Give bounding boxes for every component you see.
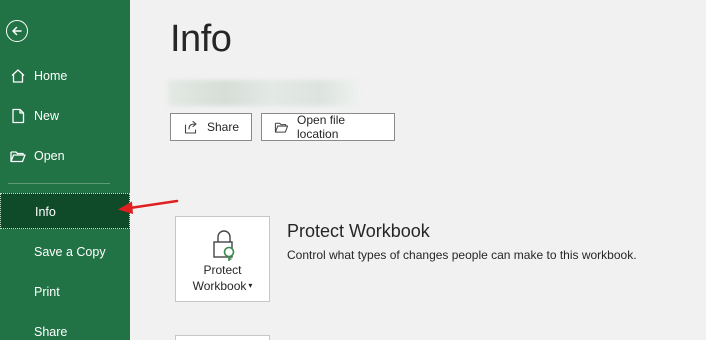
sidebar-item-info[interactable]: Info [0,193,130,229]
protect-tile-label-line2: Workbook ▾ [192,279,253,293]
protect-tile-label-line1: Protect [203,263,242,277]
sidebar-item-label: Share [34,325,68,339]
sidebar-item-new[interactable]: New [0,98,130,134]
new-file-icon [12,108,25,124]
sidebar-item-label: Print [34,285,60,299]
back-button[interactable] [6,20,28,42]
sidebar-item-label: Save a Copy [34,245,106,259]
protect-workbook-button[interactable]: Protect Workbook ▾ [175,216,270,302]
sidebar-item-share[interactable]: Share [0,314,130,340]
sidebar-item-print[interactable]: Print [0,274,130,310]
share-button-label: Share [207,120,240,134]
sidebar-item-home[interactable]: Home [0,58,130,94]
open-file-location-label: Open file location [297,113,346,141]
file-path-redacted [168,80,358,106]
sidebar-item-label: Open [34,149,65,163]
protect-workbook-title: Protect Workbook [287,221,430,241]
sidebar-item-open[interactable]: Open [0,138,130,174]
folder-open-icon [274,122,289,133]
annotation-arrow-icon [118,199,179,214]
sidebar-divider [8,183,110,184]
sidebar-item-label: Home [34,69,68,83]
share-button[interactable]: Share [170,113,252,141]
folder-open-icon [10,151,26,163]
lock-key-icon [213,230,235,261]
next-tile-button[interactable] [175,335,270,340]
sidebar-item-save-a-copy[interactable]: Save a Copy [0,234,130,270]
share-icon [184,120,197,134]
home-icon [11,69,25,83]
sidebar-item-label: Info [35,205,56,219]
protect-workbook-description: Control what types of changes people can… [287,248,637,262]
page-title: Info [170,18,232,60]
backstage-sidebar: Home New Open Info Save a Copy Print Sha… [0,0,130,340]
chevron-down-icon: ▾ [248,281,253,290]
open-file-location-button[interactable]: Open file location [261,113,395,141]
back-arrow-icon [12,26,22,36]
sidebar-item-label: New [34,109,60,123]
